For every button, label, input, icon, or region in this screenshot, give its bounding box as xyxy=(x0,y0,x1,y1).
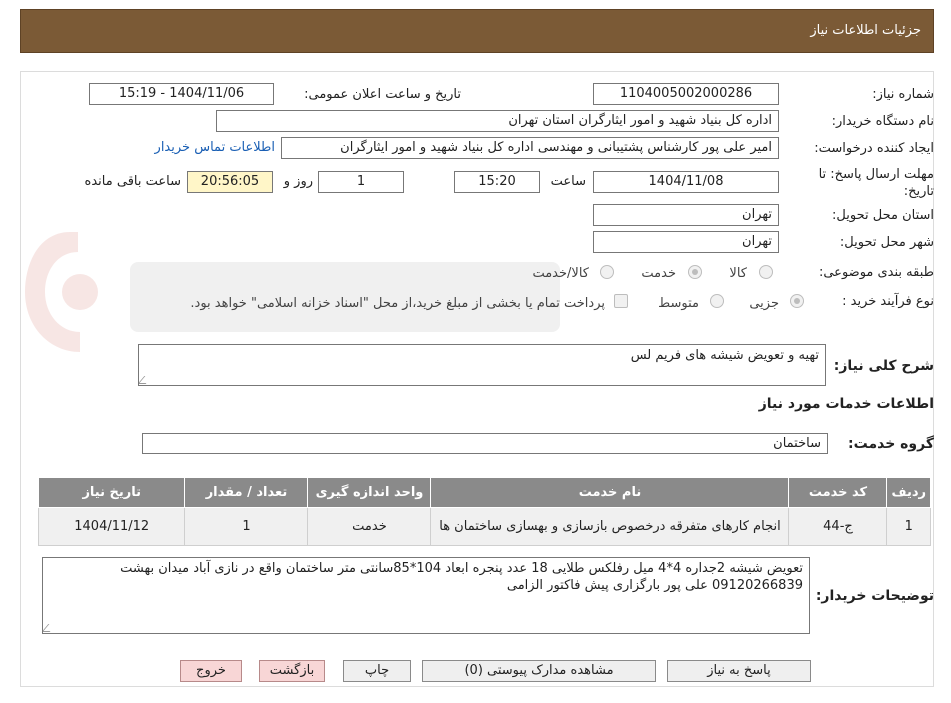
announce-datetime-field: 1404/11/06 - 15:19 xyxy=(89,83,274,105)
category-goods-label: کالا xyxy=(729,266,747,281)
summary-field: تهیه و تعویض شیشه های فریم لس xyxy=(138,344,826,386)
col-header-need-date: تاریخ نیاز xyxy=(37,477,186,508)
cell-need-date: 1404/11/12 xyxy=(37,507,186,546)
purchase-medium-label: متوسط xyxy=(658,296,699,311)
col-header-service-name: نام خدمت xyxy=(430,477,790,508)
resize-handle-icon[interactable] xyxy=(43,624,57,632)
category-label: طبقه بندی موضوعی: xyxy=(818,265,934,280)
province-field: تهران xyxy=(593,204,779,226)
buyer-org-field: اداره کل بنیاد شهید و امور ایثارگران است… xyxy=(216,110,779,132)
back-button[interactable]: بازگشت xyxy=(259,660,325,682)
deadline-time-field: 15:20 xyxy=(454,171,540,193)
buyer-contact-link[interactable]: اطلاعات تماس خریدار xyxy=(155,140,275,155)
summary-label: شرح کلی نیاز: xyxy=(833,358,934,374)
city-label: شهر محل تحویل: xyxy=(839,235,934,250)
view-attachments-button[interactable]: مشاهده مدارک پیوستی (0) xyxy=(422,660,656,682)
purchase-minor-radio[interactable] xyxy=(790,294,804,308)
category-service-radio[interactable] xyxy=(688,265,702,279)
buyer-notes-text: تعویض شیشه 2جداره 4*4 میل رفلکس طلایی 18… xyxy=(120,561,803,593)
service-group-label: گروه خدمت: xyxy=(848,436,934,452)
deadline-label: مهلت ارسال پاسخ: تا xyxy=(818,167,934,182)
cell-unit: خدمت xyxy=(307,507,432,546)
buyer-notes-label: توضیحات خریدار: xyxy=(815,588,934,604)
cell-service-name: انجام کارهای متفرقه درخصوص بازسازی و بهس… xyxy=(430,507,790,546)
table-header-row: ردیف کد خدمت نام خدمت واحد اندازه گیری ت… xyxy=(37,477,931,508)
need-number-field: 1104005002000286 xyxy=(593,83,779,105)
exit-button[interactable]: خروج xyxy=(180,660,242,682)
need-number-label: شماره نیاز: xyxy=(872,87,934,102)
buyer-notes-field: تعویض شیشه 2جداره 4*4 میل رفلکس طلایی 18… xyxy=(42,557,810,634)
deadline-hour-label: ساعت xyxy=(550,174,586,189)
purchase-type-label: نوع فرآیند خرید : xyxy=(842,294,934,309)
category-goods-radio[interactable] xyxy=(759,265,773,279)
deadline-date-label: تاریخ: xyxy=(903,184,934,199)
col-header-row-no: ردیف xyxy=(886,477,931,508)
service-group-field: ساختمان xyxy=(142,433,828,454)
print-button[interactable]: چاپ xyxy=(343,660,411,682)
requester-field: امیر علی پور کارشناس پشتیبانی و مهندسی ا… xyxy=(281,137,779,159)
col-header-unit: واحد اندازه گیری xyxy=(307,477,432,508)
treasury-payment-note: پرداخت تمام یا بخشی از مبلغ خرید،از محل … xyxy=(190,296,605,311)
treasury-payment-checkbox[interactable] xyxy=(614,294,628,308)
cell-quantity: 1 xyxy=(184,507,309,546)
cell-service-code: ج-44 xyxy=(788,507,888,546)
purchase-medium-radio[interactable] xyxy=(710,294,724,308)
announce-datetime-label: تاریخ و ساعت اعلان عمومی: xyxy=(304,87,461,102)
remaining-time-label: ساعت باقی مانده xyxy=(84,174,181,189)
cell-row-no: 1 xyxy=(886,507,931,546)
col-header-quantity: تعداد / مقدار xyxy=(184,477,309,508)
reply-to-need-button[interactable]: پاسخ به نیاز xyxy=(667,660,811,682)
deadline-date-field: 1404/11/08 xyxy=(593,171,779,193)
category-goods-service-label: کالا/خدمت xyxy=(532,266,589,281)
province-label: استان محل تحویل: xyxy=(832,208,934,223)
services-table: ردیف کد خدمت نام خدمت واحد اندازه گیری ت… xyxy=(37,477,931,546)
city-field: تهران xyxy=(593,231,779,253)
page-header: جزئیات اطلاعات نیاز xyxy=(20,9,934,53)
remaining-days-field: 1 xyxy=(318,171,404,193)
services-heading: اطلاعات خدمات مورد نیاز xyxy=(758,396,934,412)
col-header-service-code: کد خدمت xyxy=(788,477,888,508)
category-goods-service-radio[interactable] xyxy=(600,265,614,279)
category-service-label: خدمت xyxy=(641,266,676,281)
requester-label: ایجاد کننده درخواست: xyxy=(814,141,934,156)
page-title: جزئیات اطلاعات نیاز xyxy=(810,23,921,38)
remaining-time-field: 20:56:05 xyxy=(187,171,273,193)
resize-handle-icon[interactable] xyxy=(139,376,153,384)
summary-text: تهیه و تعویض شیشه های فریم لس xyxy=(630,348,819,363)
purchase-minor-label: جزیی xyxy=(749,296,779,311)
buyer-org-label: نام دستگاه خریدار: xyxy=(831,114,934,129)
table-row: 1 ج-44 انجام کارهای متفرقه درخصوص بازساز… xyxy=(37,507,931,546)
days-label: روز و xyxy=(283,174,313,189)
